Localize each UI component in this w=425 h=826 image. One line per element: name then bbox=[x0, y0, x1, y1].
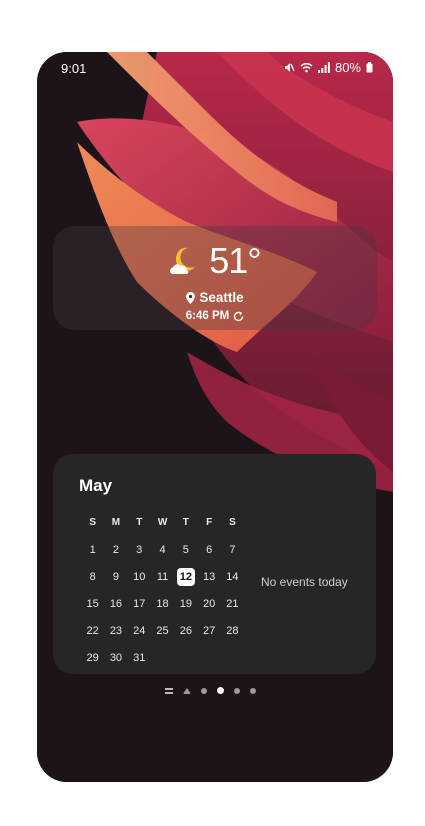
page-dot[interactable] bbox=[201, 687, 207, 694]
calendar-day[interactable]: 29 bbox=[81, 652, 104, 664]
page-dot[interactable] bbox=[250, 687, 256, 694]
calendar-day[interactable]: 7 bbox=[221, 544, 244, 556]
calendar-week: 1 2 3 4 5 6 7 bbox=[81, 536, 244, 563]
page-indicator[interactable] bbox=[165, 687, 256, 694]
calendar-day[interactable]: 27 bbox=[197, 625, 220, 637]
calendar-day[interactable]: 31 bbox=[128, 652, 151, 664]
calendar-day[interactable]: 10 bbox=[128, 571, 151, 583]
battery-percent: 80% bbox=[334, 60, 361, 75]
status-time: 9:01 bbox=[61, 61, 87, 76]
weather-location: Seattle bbox=[199, 290, 244, 305]
battery-icon bbox=[366, 62, 373, 73]
calendar-day[interactable]: 25 bbox=[151, 625, 174, 637]
calendar-day[interactable]: 22 bbox=[81, 625, 104, 637]
calendar-day[interactable]: 16 bbox=[104, 598, 127, 610]
weekday-label: T bbox=[182, 517, 189, 528]
page-dot[interactable] bbox=[234, 687, 240, 694]
calendar-day[interactable]: 13 bbox=[197, 571, 220, 583]
weekday-label: F bbox=[206, 517, 213, 528]
calendar-day[interactable]: 23 bbox=[104, 625, 127, 637]
calendar-day[interactable]: 11 bbox=[151, 571, 174, 583]
location-pin-icon bbox=[186, 291, 196, 304]
calendar-day[interactable]: 28 bbox=[221, 625, 244, 637]
calendar-widget[interactable]: May S M T W T F S 1 2 3 4 5 6 7 8 9 10 1… bbox=[53, 454, 376, 674]
home-page-icon[interactable] bbox=[183, 687, 191, 694]
signal-icon bbox=[317, 62, 330, 73]
calendar-week: 15 16 17 18 19 20 21 bbox=[81, 590, 244, 617]
calendar-day[interactable]: 8 bbox=[81, 571, 104, 583]
refresh-icon[interactable] bbox=[233, 311, 244, 322]
weather-widget[interactable]: 51° Seattle 6:46 PM bbox=[53, 226, 377, 330]
wifi-icon bbox=[300, 62, 313, 73]
calendar-day[interactable]: 18 bbox=[151, 598, 174, 610]
calendar-day[interactable]: 2 bbox=[104, 544, 127, 556]
calendar-day[interactable]: 21 bbox=[221, 598, 244, 610]
weather-updated-time: 6:46 PM bbox=[185, 310, 230, 322]
calendar-day[interactable]: 3 bbox=[128, 544, 151, 556]
status-bar: 9:01 80% bbox=[37, 52, 393, 84]
calendar-day[interactable]: 20 bbox=[197, 598, 220, 610]
weekday-label: S bbox=[229, 517, 236, 528]
weekday-label: S bbox=[89, 517, 96, 528]
calendar-day[interactable]: 5 bbox=[174, 544, 197, 556]
weekday-header: S M T W T F S bbox=[81, 509, 244, 536]
no-events-text: No events today bbox=[261, 575, 348, 589]
weekday-label: T bbox=[136, 517, 143, 528]
calendar-week: 29 30 31 bbox=[81, 644, 244, 671]
calendar-day[interactable]: 15 bbox=[81, 598, 104, 610]
page-list-icon[interactable] bbox=[165, 687, 173, 694]
page-dot-active[interactable] bbox=[217, 687, 224, 694]
calendar-day[interactable]: 19 bbox=[174, 598, 197, 610]
mute-icon bbox=[284, 62, 295, 73]
calendar-day[interactable]: 4 bbox=[151, 544, 174, 556]
calendar-day[interactable]: 30 bbox=[104, 652, 127, 664]
calendar-day[interactable]: 26 bbox=[174, 625, 197, 637]
calendar-day[interactable]: 17 bbox=[128, 598, 151, 610]
calendar-day[interactable]: 9 bbox=[104, 571, 127, 583]
calendar-day[interactable]: 6 bbox=[197, 544, 220, 556]
calendar-day[interactable]: 24 bbox=[128, 625, 151, 637]
calendar-month: May bbox=[79, 476, 113, 495]
weekday-label: M bbox=[111, 517, 121, 528]
weekday-label: W bbox=[157, 517, 168, 528]
calendar-day-today[interactable]: 12 bbox=[174, 567, 197, 586]
phone-screen: 9:01 80% 51° Seattle 6:46 PM May S M T W… bbox=[37, 52, 393, 782]
calendar-day[interactable]: 1 bbox=[81, 544, 104, 556]
moon-cloud-icon bbox=[169, 246, 203, 276]
today-marker: 12 bbox=[176, 567, 195, 586]
calendar-week: 22 23 24 25 26 27 28 bbox=[81, 617, 244, 644]
calendar-day[interactable]: 14 bbox=[221, 571, 244, 583]
calendar-week: 8 9 10 11 12 13 14 bbox=[81, 563, 244, 590]
weather-temperature: 51° bbox=[209, 240, 261, 281]
calendar-grid: S M T W T F S 1 2 3 4 5 6 7 8 9 10 11 12… bbox=[81, 509, 244, 671]
